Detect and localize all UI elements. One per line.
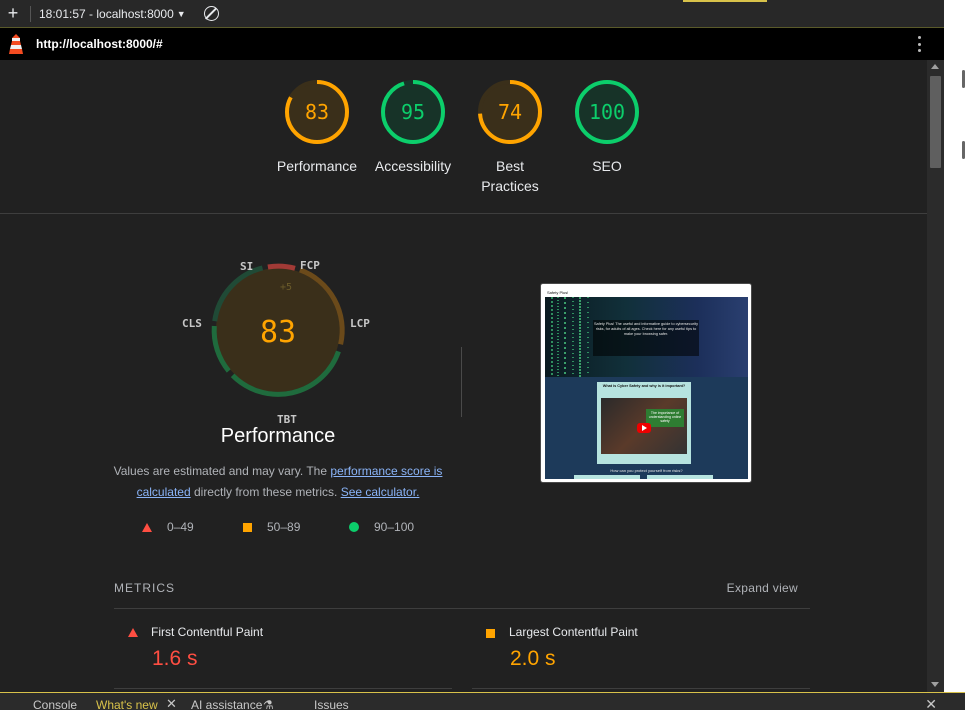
metric-name: First Contentful Paint bbox=[151, 625, 264, 639]
gauge-score: 95 bbox=[400, 100, 426, 124]
tab-whats-new[interactable]: What's new bbox=[96, 698, 158, 710]
toolbar-divider bbox=[30, 5, 31, 22]
metric-name: Largest Contentful Paint bbox=[509, 625, 638, 639]
plus-icon[interactable]: + bbox=[0, 3, 26, 24]
screenshot-button bbox=[647, 475, 713, 479]
fail-triangle-icon bbox=[142, 522, 152, 532]
gauge-best-practices[interactable]: 74 Best Practices bbox=[455, 79, 565, 196]
drawer-tabbar: Console What's new ✕ AI assistance ⚗ Iss… bbox=[0, 692, 965, 710]
scroll-up-icon[interactable] bbox=[931, 64, 939, 69]
screenshot-button bbox=[574, 475, 640, 479]
gauge-label-cls: CLS bbox=[182, 317, 202, 330]
metric-first-contentful-paint: First Contentful Paint 1.6 s bbox=[114, 611, 452, 689]
metric-largest-contentful-paint: Largest Contentful Paint 2.0 s bbox=[472, 611, 810, 689]
gauge-seo[interactable]: 100 SEO bbox=[552, 79, 662, 176]
code-rain bbox=[551, 297, 553, 377]
vertical-scrollbar[interactable] bbox=[927, 60, 944, 692]
legend-average-label: 50–89 bbox=[267, 520, 301, 534]
kebab-icon[interactable] bbox=[918, 36, 922, 52]
code-rain bbox=[557, 297, 559, 377]
gauge-accessibility[interactable]: 95 Accessibility bbox=[358, 79, 468, 176]
screenshot-hero-text: Safety Plus! The useful and informative … bbox=[593, 320, 699, 356]
performance-score: 83 bbox=[259, 315, 297, 350]
code-rain bbox=[579, 297, 581, 377]
scroll-thumb[interactable] bbox=[930, 76, 941, 168]
legend-average: 50–89 bbox=[243, 520, 300, 534]
scroll-down-icon[interactable] bbox=[931, 682, 939, 687]
screenshot-panel-title: What is Cyber Safety and why is it impor… bbox=[602, 384, 686, 388]
average-square-icon bbox=[243, 522, 252, 532]
metrics-title: METRICS bbox=[114, 581, 175, 595]
screenshot-panel: What is Cyber Safety and why is it impor… bbox=[597, 382, 691, 464]
segment-fcp bbox=[267, 263, 296, 271]
flask-icon: ⚗ bbox=[263, 698, 274, 710]
screenshot-bottom-text: How can you protect yourself from risks? bbox=[610, 468, 683, 473]
gauge-label-lcp: LCP bbox=[350, 317, 370, 330]
see-calculator-link[interactable]: See calculator. bbox=[341, 485, 420, 499]
performance-description: Values are estimated and may vary. The p… bbox=[106, 461, 450, 503]
section-divider bbox=[461, 347, 462, 417]
report-selector-label: 18:01:57 - localhost:8000 bbox=[39, 6, 174, 21]
legend-pass-label: 90–100 bbox=[374, 520, 415, 534]
block-icon[interactable] bbox=[203, 6, 219, 21]
performance-gauge-large: SI FCP LCP TBT CLS +5 83 bbox=[178, 253, 378, 426]
tab-console[interactable]: Console bbox=[33, 698, 77, 710]
code-rain bbox=[587, 297, 589, 377]
toolbar: + 18:01:57 - localhost:8000 ▼ bbox=[0, 0, 944, 28]
legend-fail: 0–49 bbox=[142, 520, 194, 534]
final-screenshot[interactable]: Safety Plus! Safety Plus! The useful and… bbox=[540, 283, 752, 483]
fail-triangle-icon bbox=[128, 628, 138, 637]
report-url-bar: http://localhost:8000/# bbox=[0, 28, 944, 60]
report-content: 83 Performance 95 Accessibility 74 Best … bbox=[0, 60, 927, 692]
description-text: directly from these metrics. bbox=[190, 485, 341, 499]
screenshot-site-title: Safety Plus! bbox=[545, 288, 748, 297]
gauge-label: Performance bbox=[276, 158, 358, 174]
close-icon[interactable]: ✕ bbox=[925, 696, 937, 710]
report-selector[interactable]: 18:01:57 - localhost:8000 ▼ bbox=[39, 7, 186, 21]
close-icon[interactable]: ✕ bbox=[166, 696, 177, 710]
code-rain bbox=[564, 297, 566, 377]
performance-title: Performance bbox=[220, 425, 336, 447]
expand-view-toggle[interactable]: Expand view bbox=[727, 581, 798, 595]
gauge-label-si: SI bbox=[240, 260, 254, 273]
toolbar-accent bbox=[683, 0, 767, 2]
screenshot-hero: Safety Plus! The useful and informative … bbox=[545, 297, 748, 377]
caret-down-icon: ▼ bbox=[176, 8, 186, 19]
legend-pass: 90–100 bbox=[349, 520, 414, 534]
tab-issues[interactable]: Issues bbox=[314, 698, 349, 710]
report-url[interactable]: http://localhost:8000/# bbox=[36, 37, 163, 51]
description-text: Values are estimated and may vary. The bbox=[113, 464, 331, 478]
screenshot-video: The importance of understanding online s… bbox=[601, 398, 687, 454]
lighthouse-icon bbox=[8, 33, 24, 55]
screenshot-video-title: The importance of understanding online s… bbox=[646, 409, 684, 427]
gauge-score: 100 bbox=[588, 100, 626, 124]
gauge-score: 83 bbox=[304, 100, 330, 124]
gauge-score: 74 bbox=[497, 100, 523, 124]
pass-circle-icon bbox=[349, 522, 359, 532]
legend-fail-label: 0–49 bbox=[167, 520, 194, 534]
play-icon bbox=[637, 423, 651, 433]
category-gauges: 83 Performance 95 Accessibility 74 Best … bbox=[0, 60, 927, 214]
gauge-label: Best Practices bbox=[481, 158, 539, 194]
side-panel-edge bbox=[944, 0, 965, 692]
average-square-icon bbox=[486, 629, 495, 638]
screenshot-image: Safety Plus! Safety Plus! The useful and… bbox=[545, 288, 748, 479]
metric-value: 1.6 s bbox=[152, 647, 198, 670]
metric-value: 2.0 s bbox=[510, 647, 556, 670]
gauge-label: Accessibility bbox=[374, 158, 452, 174]
gauge-performance[interactable]: 83 Performance bbox=[262, 79, 372, 176]
fcp-delta: +5 bbox=[280, 282, 293, 293]
metrics-header: METRICS Expand view bbox=[114, 580, 810, 609]
gauge-label: SEO bbox=[592, 158, 622, 174]
gauge-label-fcp: FCP bbox=[300, 259, 320, 272]
devtools-lighthouse-window: + 18:01:57 - localhost:8000 ▼ http://loc… bbox=[0, 0, 965, 710]
tab-ai-assistance[interactable]: AI assistance bbox=[191, 698, 262, 710]
code-rain bbox=[572, 297, 574, 377]
